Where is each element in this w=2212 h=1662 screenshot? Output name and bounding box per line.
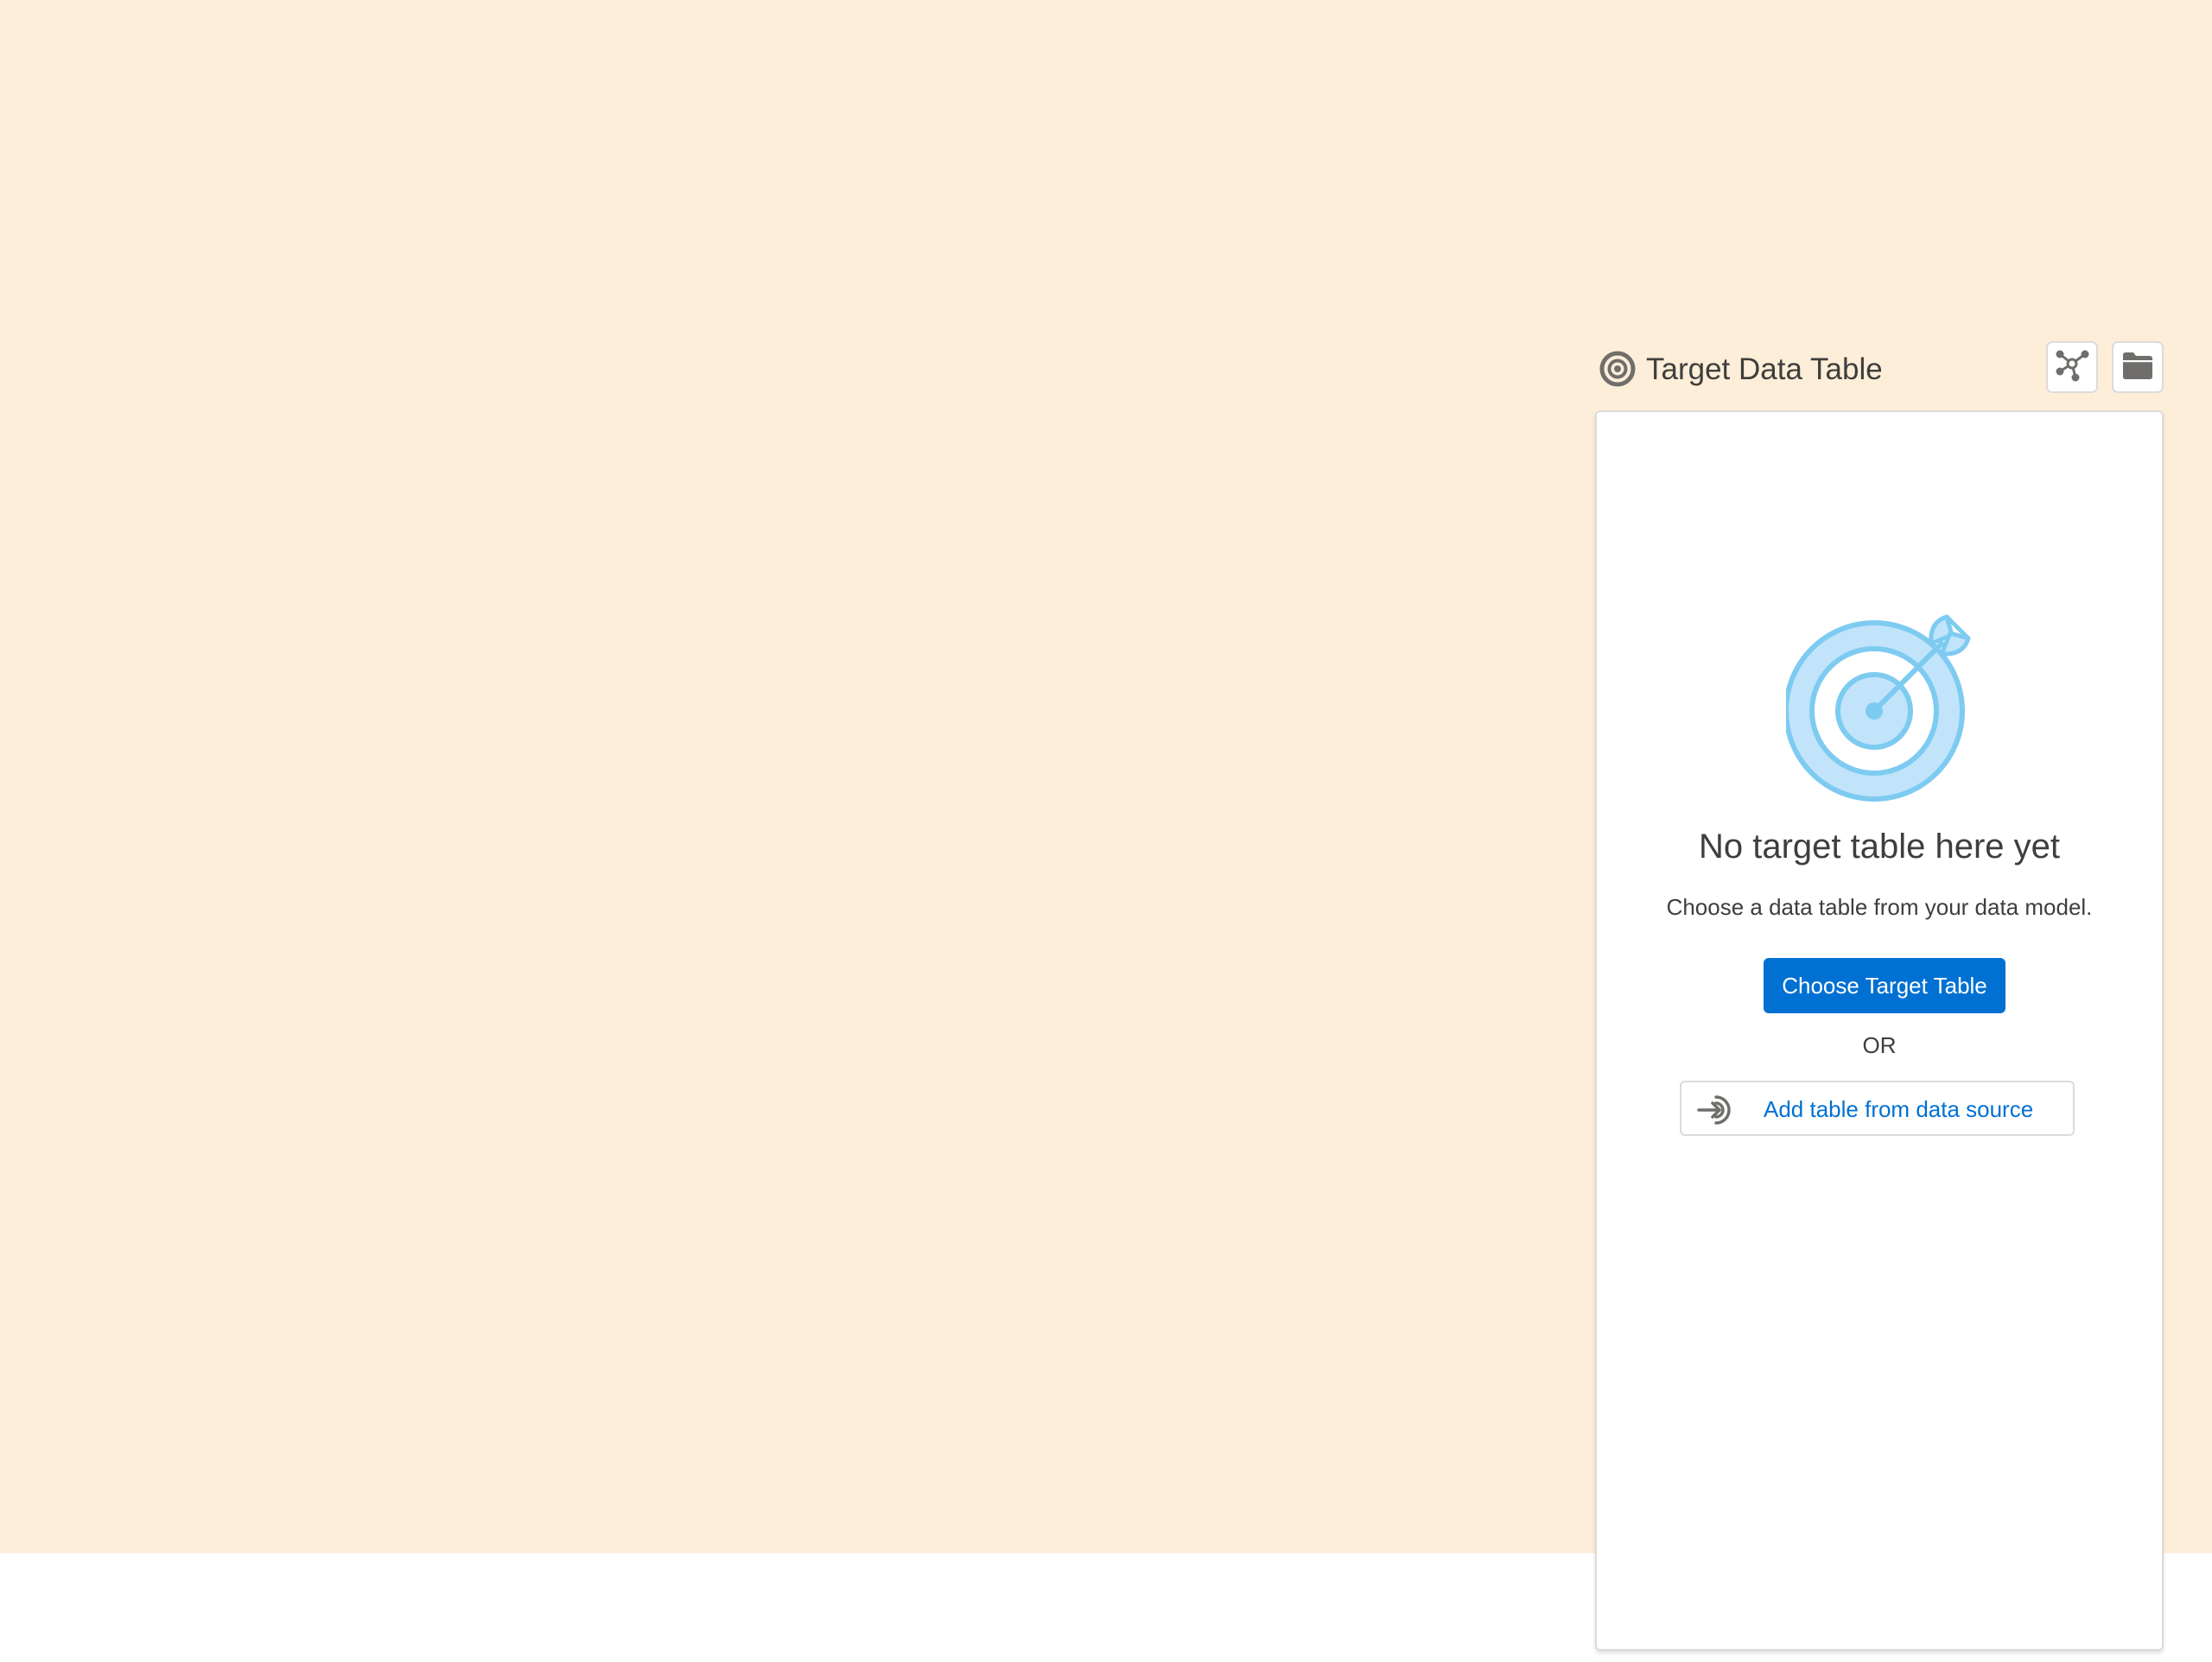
empty-state-title: No target table here yet: [1698, 828, 2061, 866]
folder-button[interactable]: [2112, 341, 2164, 393]
target-table-panel: No target table here yet Choose a data t…: [1595, 410, 2164, 1651]
data-model-button[interactable]: [2046, 341, 2098, 393]
panel-header: Target Data Table: [1597, 341, 2167, 396]
empty-state-subtitle: Choose a data table from your data model…: [1666, 894, 2093, 920]
add-table-from-data-source-button[interactable]: Add table from data source: [1680, 1081, 2075, 1136]
data-source-arrow-icon: [1697, 1093, 1737, 1127]
target-arrow-icon: [1783, 609, 1980, 803]
add-table-from-data-source-label: Add table from data source: [1764, 1096, 2034, 1122]
folder-icon: [2120, 350, 2155, 385]
choose-target-table-button[interactable]: Choose Target Table: [1764, 958, 2005, 1013]
target-icon: [1599, 350, 1637, 388]
data-model-icon: [2054, 347, 2090, 388]
panel-title: Target Data Table: [1646, 352, 1883, 386]
or-separator: OR: [1862, 1032, 1897, 1058]
